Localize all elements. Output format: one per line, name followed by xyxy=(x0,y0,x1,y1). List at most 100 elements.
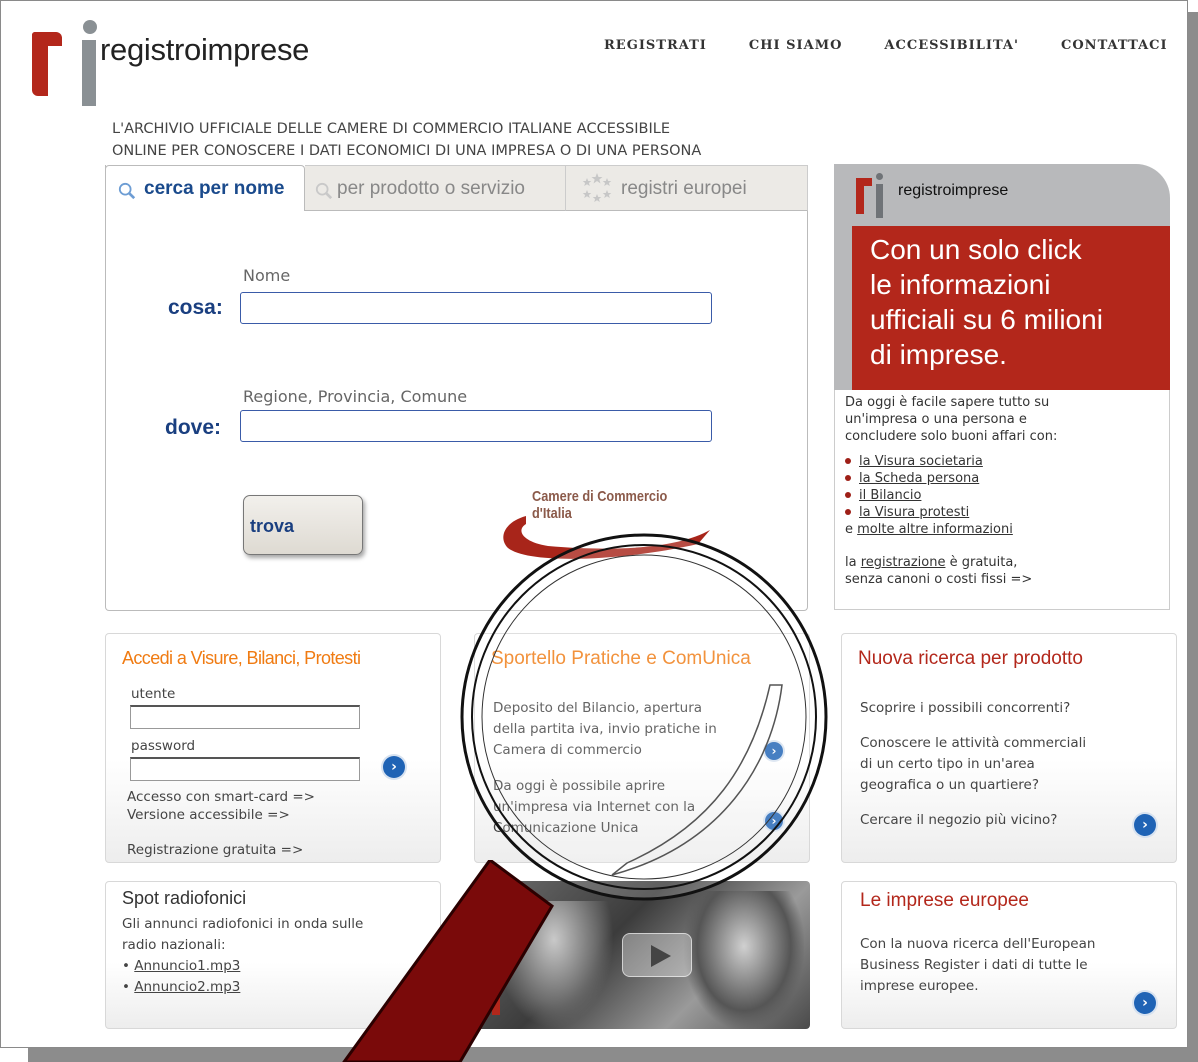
link-altre-informazioni[interactable]: molte altre informazioni xyxy=(857,522,1013,537)
access-panel: Accedi a Visure, Bilanci, Protesti utent… xyxy=(105,633,441,863)
sportello-text-2-line-1: Da oggi è possibile aprire xyxy=(493,778,666,794)
promo-logo-dot xyxy=(876,173,883,180)
promo-intro-3: concludere solo buoni affari con: xyxy=(845,429,1058,444)
spot-text: Gli annunci radiofonici in onda sulle ra… xyxy=(122,914,363,998)
promo-headline-1: Con un solo click xyxy=(870,234,1082,265)
cosa-input[interactable] xyxy=(240,292,712,324)
promo-registration: la registrazione è gratuita, xyxy=(845,554,1159,571)
frame-shadow-bottom xyxy=(28,1048,1198,1062)
camere-commercio-logo: Camere di Commercio d'Italia xyxy=(498,486,718,566)
list-item: la Visura societaria xyxy=(845,453,1159,470)
play-button[interactable] xyxy=(622,933,692,977)
promo-brand: registroimprese xyxy=(898,182,1009,199)
prodotto-panel: Nuova ricerca per prodotto Scoprire i po… xyxy=(841,633,1177,863)
link-bilancio[interactable]: il Bilancio xyxy=(859,488,921,503)
prodotto-q2-line-3: geografica o un quartiere? xyxy=(860,777,1039,793)
spot-text-line-1: Gli annunci radiofonici in onda sulle xyxy=(122,916,364,932)
sportello-text-1: Deposito del Bilancio, apertura della pa… xyxy=(493,698,717,761)
sportello-text-1-line-3: Camera di commercio xyxy=(493,742,642,758)
spot-file-1: • Annuncio1.mp3 xyxy=(122,958,241,974)
search-tabs: per prodotto o servizio registri europei… xyxy=(105,165,808,211)
nav-registrati[interactable]: REGISTRATI xyxy=(604,38,707,53)
europee-text-line-1: Con la nuova ricerca dell'European xyxy=(860,936,1096,952)
stars-icon xyxy=(582,173,612,202)
video-person-left xyxy=(494,901,614,1029)
tagline: L'ARCHIVIO UFFICIALE DELLE CAMERE DI COM… xyxy=(112,118,701,162)
promo-reg-line2[interactable]: senza canoni o costi fissi => xyxy=(845,571,1159,588)
trova-button[interactable]: trova xyxy=(243,495,363,555)
camere-commercio-line-1: Camere di Commercio xyxy=(532,488,668,505)
link-signup[interactable]: Registrazione gratuita => xyxy=(127,840,303,861)
tab-registri-europei[interactable]: registri europei xyxy=(565,165,808,211)
sportello-text-1-line-1: Deposito del Bilancio, apertura xyxy=(493,700,703,716)
nav-contattaci[interactable]: CONTATTACI xyxy=(1061,38,1168,53)
play-icon xyxy=(651,945,671,967)
prodotto-q2: Conoscere le attività commerciali di un … xyxy=(860,733,1086,796)
tab-per-prodotto-label: per prodotto o servizio xyxy=(337,178,525,199)
link-accessible[interactable]: Versione accessibile => xyxy=(127,806,315,824)
password-label: password xyxy=(131,738,196,754)
prodotto-arrow-icon[interactable]: › xyxy=(1134,814,1156,836)
sportello-title[interactable]: Sportello Pratiche e ComUnica xyxy=(491,648,751,670)
camere-commercio-swoosh xyxy=(503,516,710,559)
video-logo-mark xyxy=(492,989,500,1015)
link-registrazione[interactable]: registrazione xyxy=(861,555,946,570)
list-item: il Bilancio xyxy=(845,487,1159,504)
video-person-right xyxy=(684,891,804,1029)
sportello-text-2: Da oggi è possibile aprire un'impresa vi… xyxy=(493,776,695,839)
link-scheda-persona[interactable]: la Scheda persona xyxy=(859,471,979,486)
tab-per-prodotto[interactable]: per prodotto o servizio xyxy=(305,165,565,211)
link-visura-protesti[interactable]: la Visura protesti xyxy=(859,505,969,520)
spot-title: Spot radiofonici xyxy=(122,888,247,908)
login-arrow-icon[interactable]: › xyxy=(383,756,405,778)
promo-info-box: Da oggi è facile sapere tutto su un'impr… xyxy=(834,390,1170,610)
logo-text: registroimprese xyxy=(100,32,310,67)
promo-logo-red-top xyxy=(856,178,872,186)
europee-text-line-2: Business Register i dati di tutte le xyxy=(860,957,1088,973)
list-item: la Scheda persona xyxy=(845,470,1159,487)
top-nav: REGISTRATI CHI SIAMO ACCESSIBILITA' CONT… xyxy=(604,38,1168,53)
site-logo[interactable]: registroimprese xyxy=(30,18,350,108)
link-visura-societaria[interactable]: la Visura societaria xyxy=(859,454,983,469)
europee-text-line-3: imprese europee. xyxy=(860,978,979,994)
nav-chi-siamo[interactable]: CHI SIAMO xyxy=(749,38,843,53)
promo-banner[interactable]: registroimprese Con un solo click le inf… xyxy=(834,164,1170,610)
promo-reg-prefix: la xyxy=(845,555,861,570)
user-label: utente xyxy=(131,686,176,702)
promo-intro-1: Da oggi è facile sapere tutto su xyxy=(845,395,1050,410)
promo-reg-suffix: è gratuita, xyxy=(945,555,1018,570)
search-icon xyxy=(118,182,136,200)
dove-label: dove: xyxy=(165,416,222,439)
europee-arrow-icon[interactable]: › xyxy=(1134,992,1156,1014)
sportello-arrow-2-icon[interactable]: › xyxy=(765,812,783,830)
access-title: Accedi a Visure, Bilanci, Protesti xyxy=(122,648,361,668)
link-annuncio-2[interactable]: Annuncio2.mp3 xyxy=(134,979,240,995)
link-annuncio-1[interactable]: Annuncio1.mp3 xyxy=(134,958,240,974)
logo-grey-mark xyxy=(82,40,96,106)
tagline-line-1: L'ARCHIVIO UFFICIALE DELLE CAMERE DI COM… xyxy=(112,121,671,137)
spot-file-2: • Annuncio2.mp3 xyxy=(122,979,241,995)
link-smartcard[interactable]: Accesso con smart-card => xyxy=(127,788,315,806)
nav-accessibilita[interactable]: ACCESSIBILITA' xyxy=(884,38,1019,53)
promo-headline-4: di imprese. xyxy=(870,339,1007,370)
spot-panel: Spot radiofonici Gli annunci radiofonici… xyxy=(105,881,441,1029)
promo-headline-2: le informazioni xyxy=(870,269,1051,300)
promo-more-prefix: e xyxy=(845,522,858,537)
tab-cerca-per-nome[interactable]: cerca per nome xyxy=(105,165,305,211)
user-input[interactable] xyxy=(130,705,360,729)
sportello-arrow-1-icon[interactable]: › xyxy=(765,742,783,760)
dove-hint: Regione, Provincia, Comune xyxy=(243,387,468,406)
sportello-panel: Sportello Pratiche e ComUnica Deposito d… xyxy=(474,633,810,863)
list-item: la Visura protesti xyxy=(845,504,1159,521)
password-input[interactable] xyxy=(130,757,360,781)
prodotto-title[interactable]: Nuova ricerca per prodotto xyxy=(858,648,1083,670)
tab-registri-europei-label: registri europei xyxy=(621,178,747,199)
prodotto-q3: Cercare il negozio più vicino? xyxy=(860,812,1058,828)
europee-title[interactable]: Le imprese europee xyxy=(860,890,1029,912)
video-thumbnail[interactable] xyxy=(474,881,810,1029)
sportello-text-1-line-2: della partita iva, invio pratiche in xyxy=(493,721,717,737)
promo-headline-3: ufficiali su 6 milioni xyxy=(870,304,1103,335)
frame-shadow-right xyxy=(1188,12,1198,1062)
dove-input[interactable] xyxy=(240,410,712,442)
cosa-label: cosa: xyxy=(168,296,223,319)
